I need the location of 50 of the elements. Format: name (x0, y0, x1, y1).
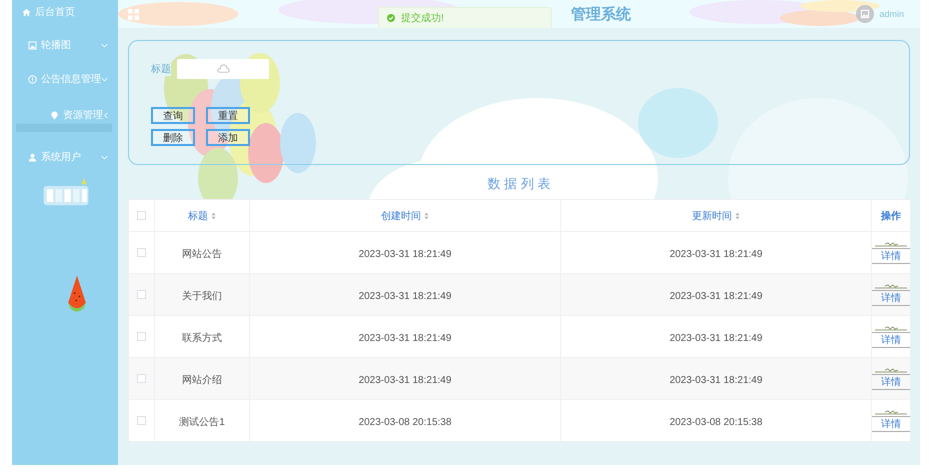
column-header: 操作 (872, 200, 910, 232)
table-cell: 2023-03-31 18:21:49 (670, 332, 762, 344)
vine-icon (873, 242, 909, 246)
table-cell: 2023-03-31 18:21:49 (358, 332, 452, 344)
table-cell: 2023-03-31 18:21:49 (358, 290, 452, 302)
table-cell: 2023-03-31 18:21:49 (670, 248, 762, 260)
table-cell: 测试公告1 (179, 416, 225, 428)
image-icon (28, 40, 37, 50)
action-button[interactable]: 添加 (206, 129, 250, 146)
table-cell: 网站介绍 (182, 374, 222, 386)
title-input[interactable] (177, 59, 269, 79)
field-label: 标题 (151, 62, 171, 76)
action-button[interactable]: 重置 (206, 107, 250, 124)
table-cell: 2023-03-31 18:21:49 (670, 290, 762, 302)
user-icon (28, 152, 37, 162)
sort-icon (424, 212, 429, 220)
sort-icon (211, 212, 216, 220)
table-cell: 2023-03-31 18:21:49 (358, 248, 452, 260)
table-cell: 2023-03-08 20:15:38 (358, 416, 452, 428)
vine-icon (873, 368, 909, 372)
vine-icon (873, 326, 909, 330)
cloud-icon (216, 64, 230, 74)
table-cell: 2023-03-08 20:15:38 (670, 416, 762, 428)
chevron-icon (101, 154, 108, 160)
checkbox[interactable] (137, 210, 146, 220)
chevron-icon (104, 112, 108, 118)
chevron-icon (101, 42, 108, 48)
table-cell: 2023-03-31 18:21:49 (358, 374, 452, 386)
table-heading: 数 据 列 表 (486, 175, 552, 193)
table-cell: 关于我们 (182, 290, 222, 302)
checkbox[interactable] (137, 332, 146, 341)
table-cell: 2023-03-31 18:21:49 (670, 374, 762, 386)
column-header[interactable]: 创建时间 (250, 200, 560, 232)
chevron-icon (101, 76, 108, 82)
home-icon (22, 8, 31, 16)
vine-icon (873, 410, 909, 414)
table-cell: 联系方式 (182, 332, 222, 344)
column-header[interactable]: 更新时间 (560, 200, 872, 232)
checkbox[interactable] (137, 290, 146, 299)
checkbox[interactable] (137, 374, 146, 383)
location-pin-icon (50, 110, 59, 120)
table-cell: 网站公告 (182, 248, 222, 260)
checkbox[interactable] (137, 248, 146, 257)
action-button[interactable]: 查询 (151, 107, 195, 124)
sort-icon (735, 212, 740, 220)
column-header[interactable]: 标题 (154, 200, 250, 232)
vine-icon (873, 284, 909, 288)
checkbox[interactable] (137, 416, 146, 425)
action-button[interactable]: 删除 (151, 129, 195, 146)
info-icon (28, 74, 37, 84)
